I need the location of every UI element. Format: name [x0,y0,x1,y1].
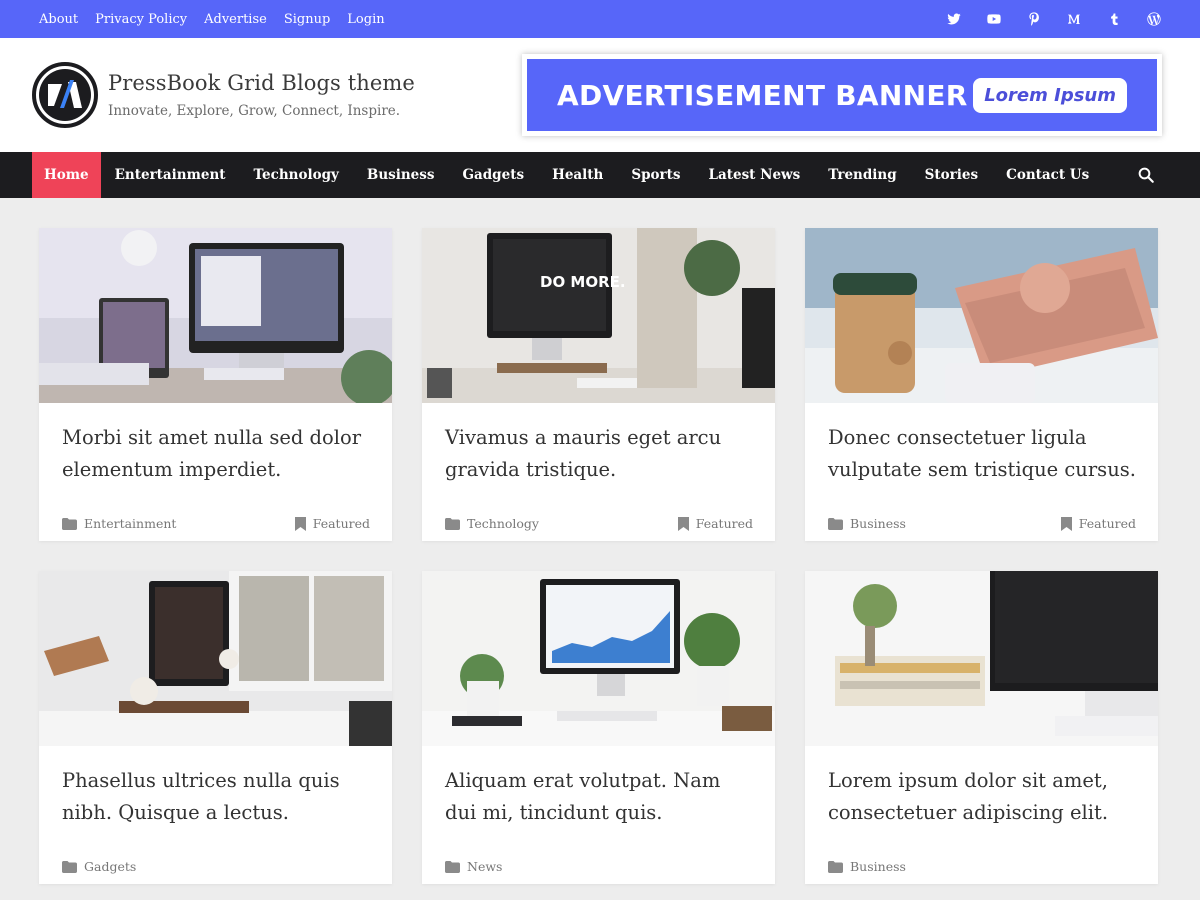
nav-item-entertainment[interactable]: Entertainment [101,152,240,198]
post-category-label[interactable]: Gadgets [84,859,136,874]
nav-item-home[interactable]: Home [32,152,101,198]
post-thumbnail[interactable] [805,571,1158,746]
post-tag-label[interactable]: Featured [1079,516,1136,531]
ad-banner-text: ADVERTISEMENT BANNER [557,78,968,112]
nav-item-gadgets[interactable]: Gadgets [448,152,538,198]
bookmark-icon [294,516,306,531]
nav-item-technology[interactable]: Technology [240,152,353,198]
post-category[interactable]: Entertainment [62,516,176,531]
youtube-icon[interactable] [984,10,1003,29]
top-links: About Privacy Policy Advertise Signup Lo… [39,12,385,27]
bookmark-icon [1060,516,1072,531]
folder-icon [62,860,77,873]
post-card: Aliquam erat volutpat. Nam dui mi, tinci… [422,571,775,884]
post-card: Morbi sit amet nulla sed dolor elementum… [39,228,392,541]
top-link-about[interactable]: About [39,12,78,27]
nav-item-health[interactable]: Health [538,152,617,198]
post-thumbnail[interactable]: DO MORE. [422,228,775,403]
site-header: PressBook Grid Blogs theme Innovate, Exp… [0,38,1200,152]
posts-grid: Morbi sit amet nulla sed dolor elementum… [0,198,1200,884]
post-tag-label[interactable]: Featured [696,516,753,531]
post-tag[interactable]: Featured [1060,516,1136,531]
folder-icon [445,860,460,873]
nav-item-contact-us[interactable]: Contact Us [992,152,1103,198]
brand[interactable]: PressBook Grid Blogs theme Innovate, Exp… [32,62,415,128]
post-category-label[interactable]: Entertainment [84,516,176,531]
post-title[interactable]: Lorem ipsum dolor sit amet, consectetuer… [828,765,1136,829]
top-link-advertise[interactable]: Advertise [204,12,267,27]
post-tag[interactable]: Featured [677,516,753,531]
nav-item-trending[interactable]: Trending [814,152,910,198]
folder-icon [828,517,843,530]
post-category[interactable]: Technology [445,516,539,531]
top-bar: About Privacy Policy Advertise Signup Lo… [0,0,1200,38]
folder-icon [828,860,843,873]
advertisement-banner[interactable]: ADVERTISEMENT BANNER Lorem Ipsum [522,54,1162,136]
post-category-label[interactable]: Business [850,859,906,874]
post-category-label[interactable]: Technology [467,516,539,531]
post-category[interactable]: News [445,859,502,874]
top-link-signup[interactable]: Signup [284,12,330,27]
post-card: Phasellus ultrices nulla quis nibh. Quis… [39,571,392,884]
ad-banner-button[interactable]: Lorem Ipsum [973,77,1127,113]
post-thumbnail[interactable] [805,228,1158,403]
monitor-text: DO MORE. [540,273,626,291]
folder-icon [62,517,77,530]
top-link-privacy-policy[interactable]: Privacy Policy [95,12,187,27]
nav-item-latest-news[interactable]: Latest News [695,152,815,198]
site-logo[interactable] [32,62,98,128]
post-card: DO MORE. Vivamus a mauris eget arcu grav… [422,228,775,541]
post-title[interactable]: Vivamus a mauris eget arcu gravida trist… [445,422,753,486]
post-card: Donec consectetuer ligula vulputate sem … [805,228,1158,541]
post-card: Lorem ipsum dolor sit amet, consectetuer… [805,571,1158,884]
nav-item-sports[interactable]: Sports [617,152,694,198]
twitter-icon[interactable] [944,10,963,29]
site-tagline: Innovate, Explore, Grow, Connect, Inspir… [108,103,401,119]
post-category[interactable]: Business [828,516,906,531]
post-category[interactable]: Gadgets [62,859,136,874]
post-title[interactable]: Aliquam erat volutpat. Nam dui mi, tinci… [445,765,753,829]
bookmark-icon [677,516,689,531]
post-title[interactable]: Morbi sit amet nulla sed dolor elementum… [62,422,370,486]
main-nav: Home Entertainment Technology Business G… [0,152,1200,198]
post-category-label[interactable]: News [467,859,502,874]
social-links [944,10,1163,29]
pinterest-icon[interactable] [1024,10,1043,29]
post-title[interactable]: Phasellus ultrices nulla quis nibh. Quis… [62,765,370,829]
post-category-label[interactable]: Business [850,516,906,531]
post-thumbnail[interactable] [422,571,775,746]
top-link-login[interactable]: Login [347,12,384,27]
nav-item-stories[interactable]: Stories [911,152,992,198]
wordpress-icon[interactable] [1144,10,1163,29]
post-tag-label[interactable]: Featured [313,516,370,531]
post-category[interactable]: Business [828,859,906,874]
search-icon[interactable] [1137,166,1155,184]
folder-icon [445,517,460,530]
post-tag[interactable]: Featured [294,516,370,531]
site-title[interactable]: PressBook Grid Blogs theme [108,71,415,95]
post-title[interactable]: Donec consectetuer ligula vulputate sem … [828,422,1136,486]
medium-icon[interactable] [1064,10,1083,29]
post-thumbnail[interactable] [39,571,392,746]
tumblr-icon[interactable] [1104,10,1123,29]
post-thumbnail[interactable] [39,228,392,403]
nav-item-business[interactable]: Business [353,152,449,198]
